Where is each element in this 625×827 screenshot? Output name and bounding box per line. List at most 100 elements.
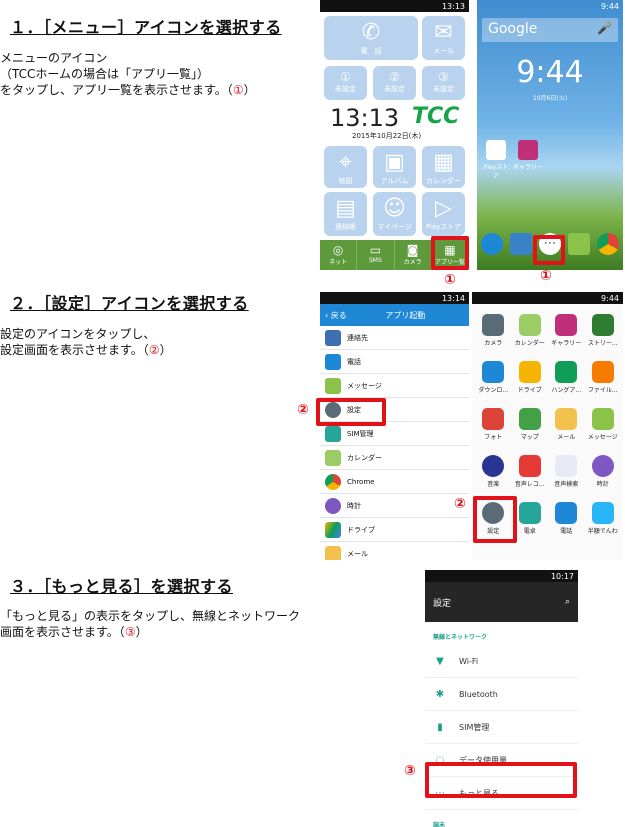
app-grid-item[interactable]: ファイル...	[585, 361, 622, 394]
google-search-bar[interactable]: Google 🎤	[482, 18, 618, 42]
clock-icon	[325, 497, 341, 514]
sms-button[interactable]: ▭ SMS	[357, 240, 395, 270]
highlight-app-list	[431, 236, 469, 270]
phone-tile[interactable]: ✆ 電 話	[324, 16, 418, 60]
app-label: ダウンロ...	[478, 387, 509, 394]
app-grid-item[interactable]: ダウンロ...	[475, 361, 512, 394]
app-list-title: アプリ起動	[385, 310, 426, 320]
list-item[interactable]: ドライブ	[320, 518, 469, 542]
settings-item-wifi[interactable]: ▼ Wi-Fi	[425, 645, 578, 678]
section-2-text: 設定のアイコンをタップし、 設定画面を表示させます。（②）	[0, 327, 172, 357]
app-grid-item[interactable]: カレンダー	[512, 314, 549, 347]
home-clock: 13:13	[330, 104, 400, 132]
map-icon: ⌖	[339, 150, 352, 175]
highlight-more	[425, 762, 577, 798]
list-item[interactable]: メール	[320, 542, 469, 560]
chrome-icon[interactable]	[597, 233, 619, 255]
app-grid-item[interactable]: 半額でんわ	[585, 502, 622, 535]
phone-icon	[555, 502, 578, 524]
calendar-icon: ▦	[433, 150, 454, 175]
speed-dial-2[interactable]: ② 未設定	[373, 66, 416, 100]
list-item[interactable]: Chrome	[320, 470, 469, 494]
list-item[interactable]: カレンダー	[320, 446, 469, 470]
app-label: 電話	[560, 528, 573, 535]
category-wireless: 無線とネットワーク	[433, 634, 488, 641]
app-label: カメラ	[484, 340, 503, 347]
messages-icon[interactable]	[568, 233, 590, 255]
mypage-tile[interactable]: ☺ マイページ	[373, 192, 416, 236]
app-grid-item[interactable]: ドライブ	[512, 361, 549, 394]
section-1-title: １．［メニュー］アイコンを選択する	[10, 18, 282, 37]
clock-icon	[591, 455, 614, 477]
calendar-icon	[325, 449, 341, 466]
app-grid-item[interactable]: マップ	[512, 408, 549, 441]
globe-icon: ◎	[332, 243, 344, 257]
map-icon	[518, 408, 541, 430]
home-clock: 9:44	[516, 55, 584, 90]
app-grid-item[interactable]: 音声レコ...	[512, 455, 549, 488]
mail-tile[interactable]: ✉ メール	[422, 16, 465, 60]
app-grid-item[interactable]: ハングア...	[548, 361, 585, 394]
app-grid-item[interactable]: ストリー...	[585, 314, 622, 347]
home-date: 10月6日(火)	[532, 95, 568, 102]
back-button[interactable]: ‹ 戻る	[325, 310, 347, 321]
phone-tcc-home: 13:13 ✆ 電 話 ✉ メール ① 未設定 ② 未設定 ③ 未設定 13:13 TCC…	[320, 0, 469, 270]
gallery-icon	[555, 314, 578, 336]
camera-button[interactable]: ◙ カメラ	[395, 240, 432, 270]
status-time: 10:17	[550, 571, 574, 581]
search-icon[interactable]: ⌕	[565, 597, 570, 607]
app-label: 半額でんわ	[587, 528, 618, 535]
drive-icon	[518, 361, 541, 383]
camera-icon: ◙	[406, 243, 419, 257]
app-grid-item[interactable]: ギャラリー	[548, 314, 585, 347]
app-grid-item[interactable]: 音声検索	[548, 455, 585, 488]
sim-icon: ▮	[437, 721, 443, 733]
contacts-icon[interactable]	[510, 233, 532, 255]
hangouts-icon	[555, 361, 578, 383]
store-icon	[591, 314, 614, 336]
phone-icon	[591, 502, 614, 524]
messages-icon	[325, 377, 341, 394]
list-item[interactable]: 時計	[320, 494, 469, 518]
playstore-icon	[486, 140, 506, 160]
app-grid-item[interactable]: フォト	[475, 408, 512, 441]
speed-dial-3[interactable]: ③ 未設定	[422, 66, 465, 100]
recorder-icon	[518, 455, 541, 477]
contacts-icon	[325, 329, 341, 346]
app-grid-item[interactable]: メール	[548, 408, 585, 441]
app-label: カレンダー	[514, 340, 545, 347]
app-grid-item[interactable]: 電話	[548, 502, 585, 535]
app-grid-item[interactable]: 音楽	[475, 455, 512, 488]
playstore-tile[interactable]: ▷ Playストア	[422, 192, 465, 236]
mail-icon	[325, 545, 341, 560]
photos-icon	[482, 408, 505, 430]
contacts-tile[interactable]: ▤ 連絡帳	[324, 192, 367, 236]
album-tile[interactable]: ▣ アルバム	[373, 146, 416, 188]
list-item[interactable]: メッセージ	[320, 374, 469, 398]
settings-item-bluetooth[interactable]: ✱ Bluetooth	[425, 678, 578, 711]
phone-icon[interactable]	[481, 233, 503, 255]
status-time: 9:44	[601, 293, 619, 303]
app-label: ギャラリー	[551, 340, 582, 347]
playstore-shortcut[interactable]: Playストア	[481, 140, 511, 180]
voice-search-icon	[555, 455, 578, 477]
app-grid-item[interactable]: 時計	[585, 455, 622, 488]
contacts-icon: ▤	[335, 196, 356, 221]
gallery-shortcut[interactable]: ギャラリー	[513, 140, 543, 171]
speed-dial-1[interactable]: ① 未設定	[324, 66, 367, 100]
app-label: ファイル...	[587, 387, 618, 394]
map-tile[interactable]: ⌖ 地図	[324, 146, 367, 188]
list-item[interactable]: 連絡先	[320, 326, 469, 350]
list-item[interactable]: 電話	[320, 350, 469, 374]
settings-item-sim[interactable]: ▮ SIM管理	[425, 711, 578, 744]
phone-tcc-app-list: 13:14 ‹ 戻る アプリ起動 連絡先 電話 メッセージ 設定 SIM管理 カレ…	[320, 292, 469, 560]
app-grid-item[interactable]: カメラ	[475, 314, 512, 347]
section-3-text: 「もっと見る」の表示をタップし、無線とネットワーク 画面を表示させます。（③）	[0, 609, 301, 639]
section-3-title: ３．［もっと見る］を選択する	[10, 577, 234, 596]
app-grid-item[interactable]: メッセージ	[585, 408, 622, 441]
sms-icon: ▭	[369, 243, 382, 257]
calendar-tile[interactable]: ▦ カレンダー	[422, 146, 465, 188]
net-button[interactable]: ◎ ネット	[320, 240, 358, 270]
section-1-text: メニューのアイコン （TCCホームの場合は「アプリ一覧」） をタップし、アプリ一…	[0, 51, 256, 97]
camera-icon	[482, 314, 505, 336]
